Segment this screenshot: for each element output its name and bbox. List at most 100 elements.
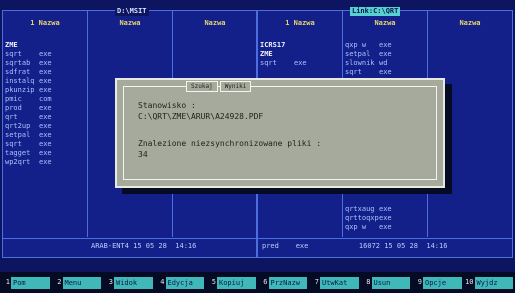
file-row[interactable]: setpal exe [5,131,85,140]
fkey-label: Usun [371,276,410,289]
tab-search[interactable]: Szukaj [186,81,218,92]
fkey-5[interactable]: 5 Kopiuj [206,272,256,293]
file-row[interactable]: wp2qrt exe [5,158,85,167]
file-name: sqrt [5,140,22,148]
file-name: sdfrat [5,68,31,76]
found-label: Znalezione niezsynchronizowane pliki : [138,139,322,148]
file-row[interactable]: qrttoqxp exe [345,214,425,223]
search-results-dialog[interactable]: Szukaj Wyniki Stanowisko : C:\QRT\ZME\AR… [115,78,445,188]
file-row[interactable]: ZME [5,41,85,50]
fkey-label: Opcje [423,276,462,289]
file-name: pmic [5,95,22,103]
file-row[interactable]: sqrt exe [345,68,425,77]
right-file-list-2-lower: qrtxaug exe qrttoqxp exe qxp w exe [345,205,425,232]
file-extension: exe [39,113,52,121]
file-extension: exe [39,158,52,166]
fkey-label: Menu [62,276,101,289]
fkey-number: 9 [417,278,422,286]
file-extension: exe [294,59,307,67]
file-extension [294,41,312,50]
fkey-label: Edycja [165,276,204,289]
file-name: setpal [345,50,371,58]
file-row[interactable]: sqrtab exe [5,59,85,68]
fkey-9[interactable]: 9 Opcje [412,272,462,293]
file-extension: exe [39,86,52,94]
fkey-2[interactable]: 2 Menu [52,272,101,293]
file-row[interactable]: qrt2up exe [5,122,85,131]
file-extension: exe [39,77,52,85]
location-label: Stanowisko : [138,101,196,110]
file-name: qrt [5,113,18,121]
fkey-label: PrzNazw [268,276,307,289]
file-extension: exe [39,50,52,58]
right-col1-header: 1 Nazwa [285,19,315,27]
file-extension: exe [379,223,392,231]
file-name: prod [5,104,22,112]
file-name: instalq [5,77,35,85]
file-name: sqrt [345,68,362,76]
left-col3-header: Nazwa [204,19,226,27]
file-extension: exe [379,50,392,58]
file-name: ZME [260,50,273,58]
file-row[interactable]: sdfrat exe [5,68,85,77]
left-panel-status: ARAB-ENT4 15 05 28 14:16 [3,238,256,257]
file-name: slownik [345,59,375,67]
file-row[interactable]: qxp w exe [345,41,425,50]
fkey-number: 5 [211,278,216,286]
file-name: sqrtab [5,59,31,67]
fkey-7[interactable]: 7 UtwKat [309,272,359,293]
file-extension: exe [39,68,52,76]
fkey-number: 6 [263,278,268,286]
file-row[interactable]: tagget exe [5,149,85,158]
file-row[interactable]: prod exe [5,104,85,113]
left-file-list: ZME sqrt exe sqrtab exe sdfrat exe instalq exe pk… [5,41,85,167]
file-extension: exe [379,205,392,213]
file-name: tagget [5,149,31,157]
fkey-1[interactable]: 1 Pom [0,272,50,293]
file-extension: wd [379,59,388,67]
fkey-3[interactable]: 3 Widok [103,272,153,293]
file-extension: exe [39,104,52,112]
fkey-number: 10 [465,278,474,286]
fkey-number: 1 [5,278,10,286]
file-extension: exe [39,140,52,148]
file-extension: com [39,95,52,103]
file-name: qrtxaug [345,205,375,213]
fkey-number: 7 [314,278,319,286]
file-name: pkunzip [5,86,35,94]
file-row[interactable]: pmic com [5,95,85,104]
file-name: wp2qrt [5,158,31,166]
location-path: C:\QRT\ZME\ARUR\A24928.PDF [138,112,264,121]
file-row[interactable]: ICRS17 [260,41,340,50]
file-extension: exe [379,41,392,49]
fkey-number: 2 [57,278,62,286]
file-row[interactable]: instalq exe [5,77,85,86]
right-col2-header: Nazwa [374,19,396,27]
file-row[interactable]: qrtxaug exe [345,205,425,214]
file-name: qxp w [345,223,367,231]
left-panel-info: ARAB-ENT4 15 05 28 14:16 [91,242,197,250]
file-row[interactable]: pkunzip exe [5,86,85,95]
fkey-4[interactable]: 4 Edycja [155,272,204,293]
file-row[interactable]: sqrt exe [260,59,340,68]
file-extension: exe [39,59,52,67]
right-panel-status: pred exe 16072 15 05 28 14:16 [258,238,512,257]
file-row[interactable]: slownik wd [345,59,425,68]
right-file-list-1: ICRS17 ZME sqrt exe [260,41,340,68]
file-row[interactable]: sqrt exe [5,140,85,149]
file-name: qrttoqxp [345,214,379,222]
file-row[interactable]: setpal exe [345,50,425,59]
dialog-frame: Szukaj Wyniki Stanowisko : C:\QRT\ZME\AR… [123,81,437,180]
left-col1-header: 1 Nazwa [30,19,60,27]
fkey-8[interactable]: 8 Usun [361,272,410,293]
left-column-1: 1 Nazwa ZME sqrt exe sqrtab exe sdfrat exe inst… [3,11,87,237]
file-extension: exe [39,149,52,157]
file-row[interactable]: qxp w exe [345,223,425,232]
fkey-6[interactable]: 6 PrzNazw [258,272,307,293]
tab-results[interactable]: Wyniki [219,81,252,92]
file-row[interactable]: qrt exe [5,113,85,122]
file-extension: exe [379,68,392,76]
fkey-10[interactable]: 10 Wyjdz [464,272,513,293]
file-row[interactable]: ZME [260,50,340,59]
file-row[interactable]: sqrt exe [5,50,85,59]
